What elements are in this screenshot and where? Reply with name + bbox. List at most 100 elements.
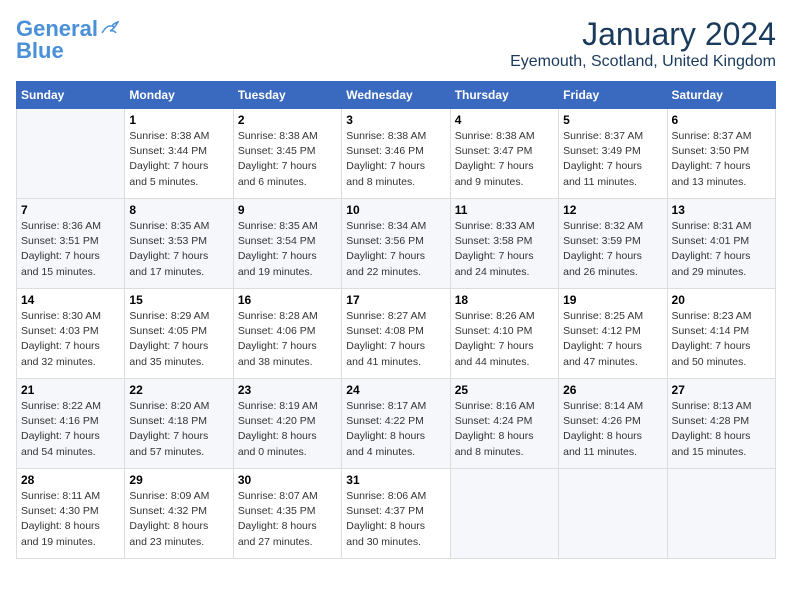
day-number: 5 bbox=[563, 113, 662, 127]
day-cell: 3Sunrise: 8:38 AMSunset: 3:46 PMDaylight… bbox=[342, 109, 450, 199]
week-row-1: 1 Sunrise: 8:38 AMSunset: 3:44 PMDaylight… bbox=[17, 109, 776, 199]
day-number: 12 bbox=[563, 203, 662, 217]
calendar-table: SundayMondayTuesdayWednesdayThursdayFrid… bbox=[16, 81, 776, 559]
calendar-header-row: SundayMondayTuesdayWednesdayThursdayFrid… bbox=[17, 82, 776, 109]
day-cell bbox=[17, 109, 125, 199]
day-info: Sunrise: 8:06 AMSunset: 4:37 PMDaylight:… bbox=[346, 489, 445, 550]
day-cell: 27Sunrise: 8:13 AMSunset: 4:28 PMDayligh… bbox=[667, 379, 775, 469]
day-number: 13 bbox=[672, 203, 771, 217]
day-number: 31 bbox=[346, 473, 445, 487]
day-info: Sunrise: 8:28 AMSunset: 4:06 PMDaylight:… bbox=[238, 309, 337, 370]
day-cell: 4 Sunrise: 8:38 AMSunset: 3:47 PMDaylight… bbox=[450, 109, 558, 199]
day-cell: 5Sunrise: 8:37 AMSunset: 3:49 PMDaylight… bbox=[559, 109, 667, 199]
header-friday: Friday bbox=[559, 82, 667, 109]
day-info: Sunrise: 8:14 AMSunset: 4:26 PMDaylight:… bbox=[563, 399, 662, 460]
day-cell: 31 Sunrise: 8:06 AMSunset: 4:37 PMDayligh… bbox=[342, 469, 450, 559]
day-number: 17 bbox=[346, 293, 445, 307]
logo-text-blue: Blue bbox=[16, 38, 64, 64]
logo: General Blue bbox=[16, 16, 122, 64]
day-info: Sunrise: 8:27 AMSunset: 4:08 PMDaylight:… bbox=[346, 309, 445, 370]
day-number: 26 bbox=[563, 383, 662, 397]
day-number: 11 bbox=[455, 203, 554, 217]
day-number: 28 bbox=[21, 473, 120, 487]
week-row-3: 14 Sunrise: 8:30 AMSunset: 4:03 PMDayligh… bbox=[17, 289, 776, 379]
day-cell bbox=[667, 469, 775, 559]
day-cell: 23 Sunrise: 8:19 AMSunset: 4:20 PMDayligh… bbox=[233, 379, 341, 469]
header-sunday: Sunday bbox=[17, 82, 125, 109]
day-cell: 15Sunrise: 8:29 AMSunset: 4:05 PMDayligh… bbox=[125, 289, 233, 379]
day-number: 27 bbox=[672, 383, 771, 397]
day-info: Sunrise: 8:37 AMSunset: 3:50 PMDaylight:… bbox=[672, 129, 771, 190]
day-info: Sunrise: 8:38 AMSunset: 3:47 PMDaylight:… bbox=[455, 129, 554, 190]
day-info: Sunrise: 8:07 AMSunset: 4:35 PMDaylight:… bbox=[238, 489, 337, 550]
day-number: 21 bbox=[21, 383, 120, 397]
header-wednesday: Wednesday bbox=[342, 82, 450, 109]
day-cell: 11 Sunrise: 8:33 AMSunset: 3:58 PMDayligh… bbox=[450, 199, 558, 289]
day-cell: 29 Sunrise: 8:09 AMSunset: 4:32 PMDayligh… bbox=[125, 469, 233, 559]
day-number: 2 bbox=[238, 113, 337, 127]
day-info: Sunrise: 8:35 AMSunset: 3:54 PMDaylight:… bbox=[238, 219, 337, 280]
day-cell: 1 Sunrise: 8:38 AMSunset: 3:44 PMDaylight… bbox=[125, 109, 233, 199]
day-cell: 24Sunrise: 8:17 AMSunset: 4:22 PMDayligh… bbox=[342, 379, 450, 469]
day-info: Sunrise: 8:26 AMSunset: 4:10 PMDaylight:… bbox=[455, 309, 554, 370]
day-info: Sunrise: 8:25 AMSunset: 4:12 PMDaylight:… bbox=[563, 309, 662, 370]
day-info: Sunrise: 8:35 AMSunset: 3:53 PMDaylight:… bbox=[129, 219, 228, 280]
day-cell: 7 Sunrise: 8:36 AMSunset: 3:51 PMDaylight… bbox=[17, 199, 125, 289]
header-monday: Monday bbox=[125, 82, 233, 109]
day-info: Sunrise: 8:34 AMSunset: 3:56 PMDaylight:… bbox=[346, 219, 445, 280]
day-number: 3 bbox=[346, 113, 445, 127]
calendar-title: January 2024 bbox=[510, 16, 776, 53]
day-number: 8 bbox=[129, 203, 228, 217]
day-number: 4 bbox=[455, 113, 554, 127]
day-cell: 25 Sunrise: 8:16 AMSunset: 4:24 PMDayligh… bbox=[450, 379, 558, 469]
day-cell bbox=[450, 469, 558, 559]
day-cell: 17 Sunrise: 8:27 AMSunset: 4:08 PMDayligh… bbox=[342, 289, 450, 379]
day-number: 29 bbox=[129, 473, 228, 487]
day-cell: 6 Sunrise: 8:37 AMSunset: 3:50 PMDaylight… bbox=[667, 109, 775, 199]
day-info: Sunrise: 8:23 AMSunset: 4:14 PMDaylight:… bbox=[672, 309, 771, 370]
day-info: Sunrise: 8:32 AMSunset: 3:59 PMDaylight:… bbox=[563, 219, 662, 280]
day-number: 25 bbox=[455, 383, 554, 397]
day-info: Sunrise: 8:17 AMSunset: 4:22 PMDaylight:… bbox=[346, 399, 445, 460]
logo-bird-icon bbox=[100, 21, 122, 37]
day-number: 23 bbox=[238, 383, 337, 397]
day-info: Sunrise: 8:36 AMSunset: 3:51 PMDaylight:… bbox=[21, 219, 120, 280]
day-info: Sunrise: 8:11 AMSunset: 4:30 PMDaylight:… bbox=[21, 489, 120, 550]
day-cell: 30 Sunrise: 8:07 AMSunset: 4:35 PMDayligh… bbox=[233, 469, 341, 559]
day-cell: 2Sunrise: 8:38 AMSunset: 3:45 PMDaylight… bbox=[233, 109, 341, 199]
day-cell: 12 Sunrise: 8:32 AMSunset: 3:59 PMDayligh… bbox=[559, 199, 667, 289]
day-info: Sunrise: 8:19 AMSunset: 4:20 PMDaylight:… bbox=[238, 399, 337, 460]
day-cell: 21 Sunrise: 8:22 AMSunset: 4:16 PMDayligh… bbox=[17, 379, 125, 469]
week-row-4: 21 Sunrise: 8:22 AMSunset: 4:16 PMDayligh… bbox=[17, 379, 776, 469]
day-number: 15 bbox=[129, 293, 228, 307]
day-info: Sunrise: 8:20 AMSunset: 4:18 PMDaylight:… bbox=[129, 399, 228, 460]
day-cell: 28 Sunrise: 8:11 AMSunset: 4:30 PMDayligh… bbox=[17, 469, 125, 559]
day-info: Sunrise: 8:38 AMSunset: 3:44 PMDaylight:… bbox=[129, 129, 228, 190]
day-cell: 10Sunrise: 8:34 AMSunset: 3:56 PMDayligh… bbox=[342, 199, 450, 289]
day-info: Sunrise: 8:16 AMSunset: 4:24 PMDaylight:… bbox=[455, 399, 554, 460]
day-number: 14 bbox=[21, 293, 120, 307]
day-cell: 16 Sunrise: 8:28 AMSunset: 4:06 PMDayligh… bbox=[233, 289, 341, 379]
day-cell: 20 Sunrise: 8:23 AMSunset: 4:14 PMDayligh… bbox=[667, 289, 775, 379]
day-cell: 26 Sunrise: 8:14 AMSunset: 4:26 PMDayligh… bbox=[559, 379, 667, 469]
day-cell: 14 Sunrise: 8:30 AMSunset: 4:03 PMDayligh… bbox=[17, 289, 125, 379]
day-number: 1 bbox=[129, 113, 228, 127]
day-cell: 13Sunrise: 8:31 AMSunset: 4:01 PMDayligh… bbox=[667, 199, 775, 289]
day-number: 16 bbox=[238, 293, 337, 307]
day-info: Sunrise: 8:30 AMSunset: 4:03 PMDaylight:… bbox=[21, 309, 120, 370]
header-tuesday: Tuesday bbox=[233, 82, 341, 109]
day-cell bbox=[559, 469, 667, 559]
day-info: Sunrise: 8:22 AMSunset: 4:16 PMDaylight:… bbox=[21, 399, 120, 460]
day-cell: 19Sunrise: 8:25 AMSunset: 4:12 PMDayligh… bbox=[559, 289, 667, 379]
day-number: 6 bbox=[672, 113, 771, 127]
day-info: Sunrise: 8:09 AMSunset: 4:32 PMDaylight:… bbox=[129, 489, 228, 550]
week-row-2: 7 Sunrise: 8:36 AMSunset: 3:51 PMDaylight… bbox=[17, 199, 776, 289]
day-number: 20 bbox=[672, 293, 771, 307]
day-cell: 18Sunrise: 8:26 AMSunset: 4:10 PMDayligh… bbox=[450, 289, 558, 379]
header-thursday: Thursday bbox=[450, 82, 558, 109]
day-info: Sunrise: 8:33 AMSunset: 3:58 PMDaylight:… bbox=[455, 219, 554, 280]
day-number: 7 bbox=[21, 203, 120, 217]
day-cell: 8 Sunrise: 8:35 AMSunset: 3:53 PMDaylight… bbox=[125, 199, 233, 289]
title-block: January 2024 Eyemouth, Scotland, United … bbox=[510, 16, 776, 71]
day-number: 30 bbox=[238, 473, 337, 487]
